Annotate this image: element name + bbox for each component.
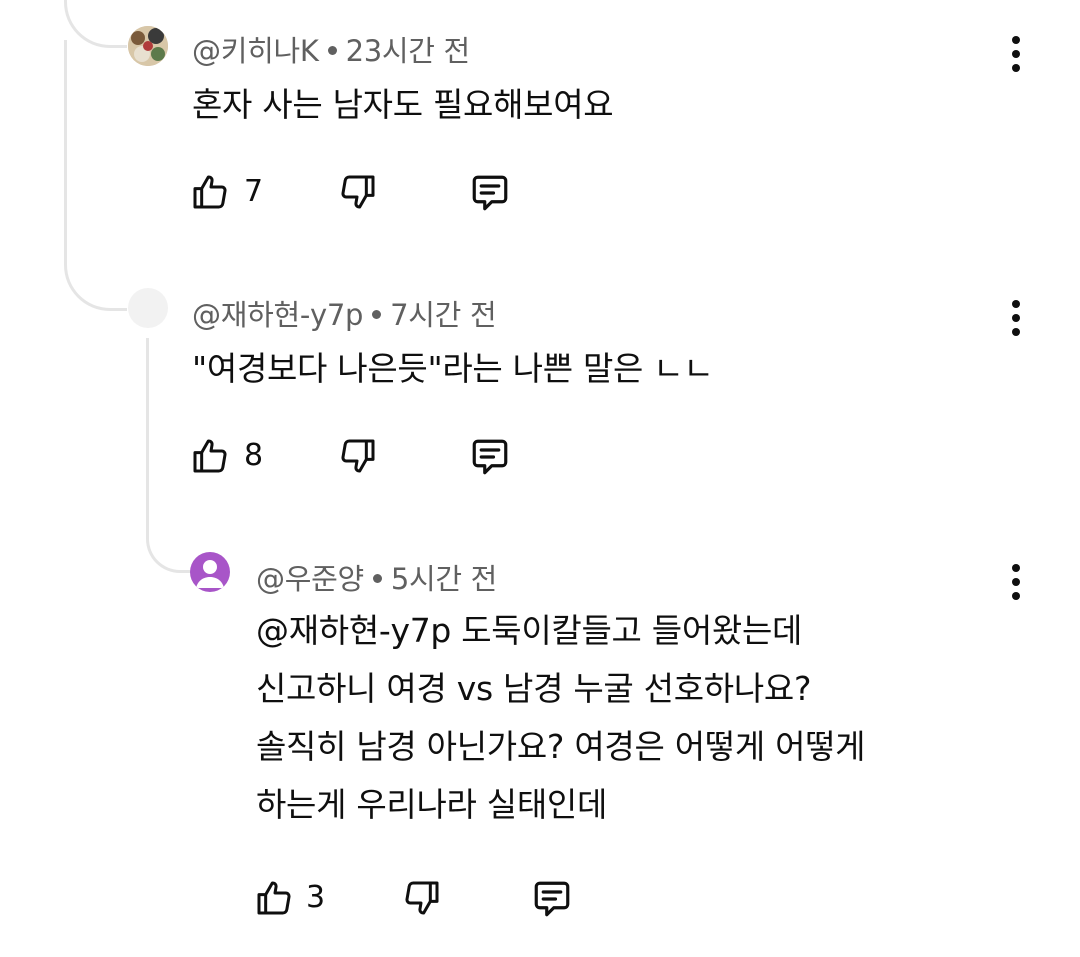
thumbs-up-icon bbox=[257, 881, 291, 915]
comment-text: @재하현-y7p 도둑이칼들고 들어왔는데 신고하니 여경 vs 남경 누굴 선… bbox=[256, 602, 866, 834]
like-count: 8 bbox=[244, 438, 264, 473]
avatar[interactable] bbox=[128, 288, 168, 328]
thread-line-outer bbox=[64, 40, 127, 311]
separator-dot bbox=[372, 310, 382, 319]
author-handle[interactable]: @재하현-y7p bbox=[192, 298, 363, 332]
comment-meta: @재하현-y7p 7시간 전 bbox=[192, 292, 497, 334]
comment-line: 혼자 사는 남자도 필요해보여요 bbox=[192, 85, 614, 124]
reply-button[interactable] bbox=[530, 878, 574, 920]
avatar[interactable] bbox=[190, 552, 230, 592]
like-button[interactable] bbox=[190, 434, 230, 478]
like-count: 7 bbox=[244, 174, 264, 209]
comment-line: "여경보다 나은듯"라는 나쁜 말은 ㄴㄴ bbox=[192, 349, 714, 388]
comment-line: 솔직히 남경 아닌가요? 여경은 어떻게 어떻게 bbox=[256, 727, 866, 766]
reply-button[interactable] bbox=[468, 172, 512, 214]
separator-dot bbox=[327, 46, 337, 55]
comment-time[interactable]: 23시간 전 bbox=[346, 34, 471, 68]
author-handle[interactable]: @키히나K bbox=[192, 34, 319, 68]
comment-meta: @키히나K 23시간 전 bbox=[192, 28, 470, 70]
thumbs-down-icon bbox=[341, 439, 375, 473]
author-handle[interactable]: @우준양 bbox=[256, 562, 364, 596]
comment-meta: @우준양 5시간 전 bbox=[256, 556, 497, 598]
reply-comment-icon bbox=[472, 439, 508, 475]
like-count: 3 bbox=[306, 880, 326, 915]
dislike-button[interactable] bbox=[338, 170, 378, 214]
comment-time[interactable]: 7시간 전 bbox=[390, 298, 497, 332]
separator-dot bbox=[372, 574, 382, 583]
comment-line: 하는게 우리나라 실태인데 bbox=[256, 785, 608, 824]
comment-text: "여경보다 나은듯"라는 나쁜 말은 ㄴㄴ bbox=[192, 340, 714, 398]
avatar[interactable] bbox=[128, 26, 168, 66]
like-button[interactable] bbox=[254, 876, 294, 920]
dislike-button[interactable] bbox=[402, 876, 442, 920]
more-vertical-icon[interactable] bbox=[1004, 560, 1028, 604]
more-vertical-icon[interactable] bbox=[1004, 32, 1028, 76]
like-button[interactable] bbox=[190, 170, 230, 214]
comment-text: 혼자 사는 남자도 필요해보여요 bbox=[192, 76, 614, 134]
thumbs-down-icon bbox=[341, 175, 375, 209]
comment-line: @재하현-y7p 도둑이칼들고 들어왔는데 bbox=[256, 611, 803, 650]
reply-button[interactable] bbox=[468, 436, 512, 478]
comment-line: 신고하니 여경 vs 남경 누굴 선호하나요? bbox=[256, 669, 812, 708]
reply-comment-icon bbox=[472, 175, 508, 211]
more-vertical-icon[interactable] bbox=[1004, 296, 1028, 340]
default-user-icon bbox=[196, 560, 224, 588]
thumbs-down-icon bbox=[405, 881, 439, 915]
thumbs-up-icon bbox=[193, 439, 227, 473]
reply-comment-icon bbox=[534, 881, 570, 917]
thumbs-up-icon bbox=[193, 175, 227, 209]
comment-time[interactable]: 5시간 전 bbox=[391, 562, 498, 596]
dislike-button[interactable] bbox=[338, 434, 378, 478]
thread-line-nested bbox=[146, 338, 193, 573]
